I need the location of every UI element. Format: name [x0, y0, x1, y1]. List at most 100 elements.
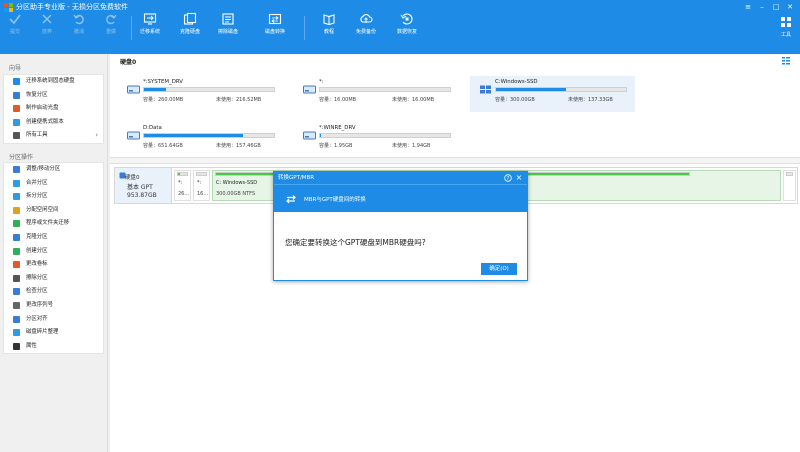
- sidebar-item[interactable]: 迁移系统到固态硬盘: [4, 75, 103, 89]
- partition-free: 未使用：137.33GB: [568, 97, 613, 103]
- undo-button[interactable]: 撤消: [72, 12, 86, 35]
- sidebar-item-label: 程序或文件夹迁移: [26, 220, 70, 227]
- sidebar-item-label: 所有工具: [26, 132, 48, 139]
- discard-button[interactable]: 放弃: [40, 12, 54, 35]
- partition-sub: 300.00GB NTFS: [216, 191, 256, 197]
- sidebar-item[interactable]: 创建便携式版本: [4, 116, 103, 130]
- partition-name: *:SYSTEM_DRV: [143, 79, 183, 85]
- chevron-right-icon: ›: [95, 131, 98, 140]
- sidebar-item[interactable]: 克隆分区: [4, 231, 103, 245]
- tools-icon: [781, 17, 791, 27]
- dialog-close-icon[interactable]: ×: [514, 172, 524, 184]
- ok-button[interactable]: 确定(O): [481, 263, 517, 275]
- maximize-button[interactable]: □: [769, 2, 783, 12]
- wipe-disk-icon: [222, 13, 234, 25]
- sidebar-item[interactable]: 擦除分区: [4, 272, 103, 286]
- data-recovery-label: 数据恢复: [397, 29, 418, 35]
- disk-convert-icon: [268, 13, 282, 25]
- app-title: 分区助手专业版 - 无损分区免费软件: [16, 3, 128, 11]
- boot-disc-icon: [13, 105, 20, 113]
- usage-bar: [143, 133, 275, 138]
- window-controls: ≡ – □ ✕: [741, 2, 797, 12]
- sidebar-item[interactable]: 程序或文件夹迁移: [4, 217, 103, 231]
- sidebar-item[interactable]: 所有工具 ›: [4, 129, 103, 143]
- view-toggle-icon[interactable]: [782, 57, 790, 65]
- sidebar-item[interactable]: 调整/移动分区: [4, 163, 103, 177]
- dialog-banner-text: MBR与GPT硬盘间的转换: [304, 197, 366, 203]
- discard-label: 放弃: [41, 29, 52, 35]
- sidebar-item-label: 迁移系统到固态硬盘: [26, 78, 75, 84]
- clone-disk-button[interactable]: 克隆硬盘: [180, 12, 200, 35]
- partition-card[interactable]: D:Data 容量：651.64GB 未使用：157.46GB: [118, 122, 283, 158]
- redo-label: 重做: [105, 29, 116, 35]
- partition-name: *:: [319, 79, 324, 85]
- sidebar-item[interactable]: 更改卷标: [4, 258, 103, 272]
- tutorial-button[interactable]: 教程: [322, 12, 336, 35]
- partition-card-selected[interactable]: C:Windows-SSD 容量：300.00GB 未使用：137.33GB: [470, 76, 635, 112]
- sidebar-item-label: 更改序列号: [26, 301, 53, 308]
- recover-partition-icon: [13, 91, 20, 99]
- sidebar-item-label: 创建便携式版本: [26, 118, 64, 125]
- data-recovery-button[interactable]: 数据恢复: [397, 12, 417, 35]
- label-icon: [13, 261, 20, 269]
- disk-convert-button[interactable]: 磁盘转换: [265, 12, 285, 35]
- sidebar-item[interactable]: 磁盘碎片整理: [4, 326, 103, 340]
- partition-card[interactable]: *:WINRE_DRV 容量：1.95GB 未使用：1.94GB: [294, 122, 459, 158]
- redo-button[interactable]: 重做: [104, 12, 118, 35]
- sidebar-item[interactable]: 属性: [4, 340, 103, 354]
- minimize-button[interactable]: –: [755, 2, 769, 12]
- partition-card[interactable]: *:SYSTEM_DRV 容量：260.00MB 未使用：216.52MB: [118, 76, 283, 112]
- partition-sub: 26...: [178, 191, 190, 197]
- wizard-list: 迁移系统到固态硬盘恢复分区 制作启动光盘创建便携式版本 所有工具 ›: [3, 74, 104, 144]
- checkmark-icon: [9, 14, 21, 25]
- disk-partition-block[interactable]: *: 26...: [174, 170, 191, 201]
- sidebar-item[interactable]: 拆分分区: [4, 190, 103, 204]
- sidebar-item-label: 擦除分区: [26, 274, 48, 281]
- pane-splitter[interactable]: [110, 157, 800, 164]
- backup-icon: [360, 13, 373, 23]
- sidebar-wizard-heading: 向导: [9, 65, 22, 72]
- toolbar-separator: [131, 16, 132, 40]
- sidebar-item[interactable]: 更改序列号: [4, 299, 103, 313]
- create-partition-icon: [13, 247, 20, 255]
- migrate-ssd-icon: [13, 78, 20, 85]
- sidebar-item[interactable]: 分区对齐: [4, 313, 103, 327]
- sidebar-item-label: 克隆分区: [26, 233, 48, 240]
- sidebar-item[interactable]: 创建分区: [4, 245, 103, 259]
- partition-label: *:: [178, 180, 183, 186]
- menu-icon[interactable]: ≡: [741, 2, 755, 12]
- disk-partition-block[interactable]: *: 16...: [193, 170, 210, 201]
- partition-free: 未使用：216.52MB: [216, 97, 262, 103]
- free-backup-button[interactable]: 免费备份: [356, 12, 376, 35]
- partition-card[interactable]: *: 容量：16.00MB 未使用：16.00MB: [294, 76, 459, 112]
- disk-partition-block[interactable]: [783, 170, 796, 201]
- wipe-disk-button[interactable]: 擦除磁盘: [218, 12, 238, 35]
- clone-disk-icon: [183, 12, 197, 25]
- submit-button[interactable]: 提交: [8, 12, 22, 35]
- usage-fill: [496, 88, 567, 91]
- sidebar-item[interactable]: 合并分区: [4, 177, 103, 191]
- sidebar: 向导 迁移系统到固态硬盘 恢复分区 制作启动光盘 创建便携式版本 所有工具 › 分区操作 …: [0, 54, 108, 452]
- usage-fill: [320, 134, 322, 137]
- sidebar-item[interactable]: 制作启动光盘: [4, 102, 103, 116]
- help-icon[interactable]: ?: [504, 174, 512, 182]
- redo-icon: [106, 14, 117, 25]
- sidebar-item[interactable]: 恢复分区: [4, 89, 103, 103]
- sidebar-item[interactable]: 分配空闲空间: [4, 204, 103, 218]
- disk-info[interactable]: 硬盘0 基本 GPT 953.87GB: [115, 168, 172, 203]
- drive-icon: [127, 131, 140, 140]
- close-button[interactable]: ✕: [783, 2, 797, 12]
- partition-capacity: 容量：1.95GB: [319, 143, 353, 149]
- partition-capacity: 容量：16.00MB: [319, 97, 357, 103]
- convert-arrows-icon: [286, 195, 296, 204]
- sidebar-item-label: 创建分区: [26, 247, 48, 254]
- migrate-os-button[interactable]: 迁移系统: [140, 12, 160, 35]
- usage-fill: [144, 88, 167, 91]
- clone-partition-icon: [13, 233, 20, 241]
- tools-button[interactable]: 工具: [780, 16, 792, 38]
- sidebar-item-label: 属性: [26, 342, 37, 349]
- sidebar-item-label: 更改卷标: [26, 261, 48, 268]
- sidebar-item[interactable]: 检查分区: [4, 285, 103, 299]
- clone-disk-label: 克隆硬盘: [180, 29, 201, 35]
- drive-icon: [127, 85, 140, 94]
